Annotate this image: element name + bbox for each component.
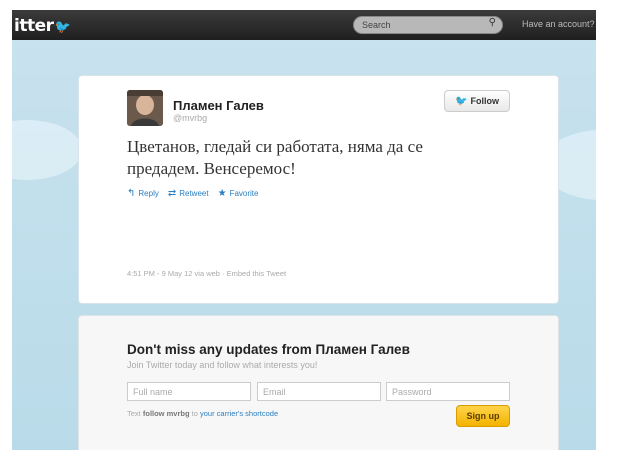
top-bar: itter🐦 ⚲ Have an account? [12,10,596,40]
cloud-decoration [12,120,82,180]
bird-icon: 🐦 [455,95,468,107]
signup-button[interactable]: Sign up [456,405,510,427]
password-field[interactable] [386,382,510,401]
sms-prefix: Text [127,409,141,418]
retweet-button[interactable]: ⇄ Retweet [168,188,209,199]
sms-command: follow mvrbg [142,409,190,418]
reply-button[interactable]: ↰ Reply [127,188,159,199]
signup-title: Don't miss any updates from Пламен Галев [127,342,410,357]
reply-label: Reply [138,189,159,198]
bird-icon: 🐦 [54,20,71,35]
follow-label: Follow [470,96,499,106]
email-field[interactable] [257,382,381,401]
reply-icon: ↰ [127,188,136,199]
favorite-button[interactable]: ★ Favorite [218,188,259,199]
sms-note: Text follow mvrbg to your carrier's shor… [127,409,278,418]
tweet-card: Пламен Галев @mvrbg 🐦 Follow Цветанов, гл… [78,75,559,304]
avatar[interactable] [127,90,163,126]
signup-card: Don't miss any updates from Пламен Галев… [78,315,559,450]
tweet-actions: ↰ Reply ⇄ Retweet ★ Favorite [127,188,258,199]
twitter-logo[interactable]: itter🐦 [14,16,71,36]
signup-subtitle: Join Twitter today and follow what inter… [127,360,318,370]
retweet-label: Retweet [179,189,209,198]
logo-text: itter [14,16,54,36]
author-name[interactable]: Пламен Галев [173,98,264,113]
have-account-link[interactable]: Have an account? [522,19,595,29]
retweet-icon: ⇄ [167,188,177,199]
tweet-text: Цветанов, гледай си работата, няма да се… [127,137,423,178]
search-box: ⚲ [353,16,503,34]
author-handle[interactable]: @mvrbg [173,113,207,123]
search-input[interactable] [362,18,480,32]
sms-middle: to [191,409,198,418]
fullname-field[interactable] [127,382,251,401]
shortcode-link[interactable]: your carrier's shortcode [200,409,278,418]
favorite-label: Favorite [229,189,259,198]
tweet-meta: 4:51 PM - 9 May 12 via web · Embed this … [127,269,287,278]
star-icon: ★ [217,188,227,199]
search-icon[interactable]: ⚲ [489,17,496,28]
avatar-image [127,90,163,126]
page-viewport: itter🐦 ⚲ Have an account? Пламен Галев @… [12,10,596,450]
follow-button[interactable]: 🐦 Follow [444,90,510,112]
